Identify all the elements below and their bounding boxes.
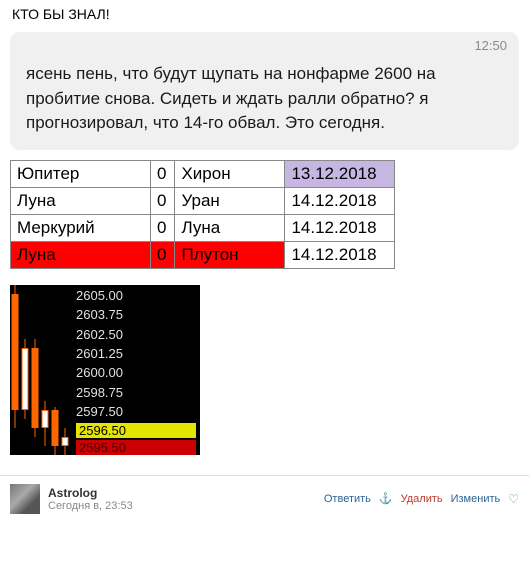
axis-tick: 2600.00	[76, 364, 196, 381]
table-cell: 0	[151, 241, 175, 268]
reply-link[interactable]: Ответить	[324, 493, 371, 505]
table-cell: 0	[151, 214, 175, 241]
table-cell: Хирон	[175, 160, 285, 187]
post-actions: Ответить ⚓ Удалить Изменить ♡	[324, 492, 519, 506]
table-cell: 0	[151, 160, 175, 187]
axis-tick: 2602.50	[76, 326, 196, 343]
axis-tick: 2598.75	[76, 384, 196, 401]
chart-y-axis: 2605.00 2603.75 2602.50 2601.25 2600.00 2598.…	[70, 285, 200, 455]
price-chart: 2605.00 2603.75 2602.50 2601.25 2600.00 2598.…	[10, 285, 200, 455]
table-cell: Луна	[11, 241, 151, 268]
table-cell: Меркурий	[11, 214, 151, 241]
candle	[51, 285, 59, 455]
candle	[31, 285, 39, 455]
candle	[21, 285, 29, 455]
table-cell: 14.12.2018	[285, 241, 395, 268]
axis-tick: 2601.25	[76, 345, 196, 362]
table-cell: 14.12.2018	[285, 214, 395, 241]
post-footer: Astrolog Сегодня в, 23:53 Ответить ⚓ Уда…	[0, 475, 529, 522]
table-cell: Луна	[175, 214, 285, 241]
message-time: 12:50	[474, 38, 507, 53]
post-time: Сегодня в, 23:53	[48, 500, 316, 512]
axis-tick: 2603.75	[76, 306, 196, 323]
table-cell: Уран	[175, 187, 285, 214]
like-icon[interactable]: ♡	[508, 492, 519, 506]
table-row: Луна0Уран14.12.2018	[11, 187, 395, 214]
astro-table: Юпитер0Хирон13.12.2018Луна0Уран14.12.201…	[10, 160, 395, 269]
anchor-icon[interactable]: ⚓	[379, 492, 393, 505]
quoted-message: 12:50 ясень пень, что будут щупать на но…	[10, 32, 519, 150]
candle	[11, 285, 19, 455]
table-cell: Плутон	[175, 241, 285, 268]
table-cell: 0	[151, 187, 175, 214]
delete-link[interactable]: Удалить	[401, 493, 443, 505]
axis-tick: 2596.50	[76, 423, 196, 438]
table-row: Меркурий0Луна14.12.2018	[11, 214, 395, 241]
edit-link[interactable]: Изменить	[451, 493, 501, 505]
axis-tick: 2595.50	[76, 440, 196, 455]
axis-tick: 2605.00	[76, 287, 196, 304]
message-text: ясень пень, что будут щупать на нонфарме…	[26, 44, 503, 136]
table-cell: Юпитер	[11, 160, 151, 187]
table-row: Юпитер0Хирон13.12.2018	[11, 160, 395, 187]
candle	[61, 285, 69, 455]
avatar[interactable]	[10, 484, 40, 514]
post-header: КТО БЫ ЗНАЛ!	[0, 0, 529, 32]
candle	[41, 285, 49, 455]
table-cell: 13.12.2018	[285, 160, 395, 187]
table-cell: 14.12.2018	[285, 187, 395, 214]
author-name[interactable]: Astrolog	[48, 486, 316, 500]
table-cell: Луна	[11, 187, 151, 214]
chart-plot	[10, 285, 70, 455]
table-row: Луна0Плутон14.12.2018	[11, 241, 395, 268]
axis-tick: 2597.50	[76, 403, 196, 420]
